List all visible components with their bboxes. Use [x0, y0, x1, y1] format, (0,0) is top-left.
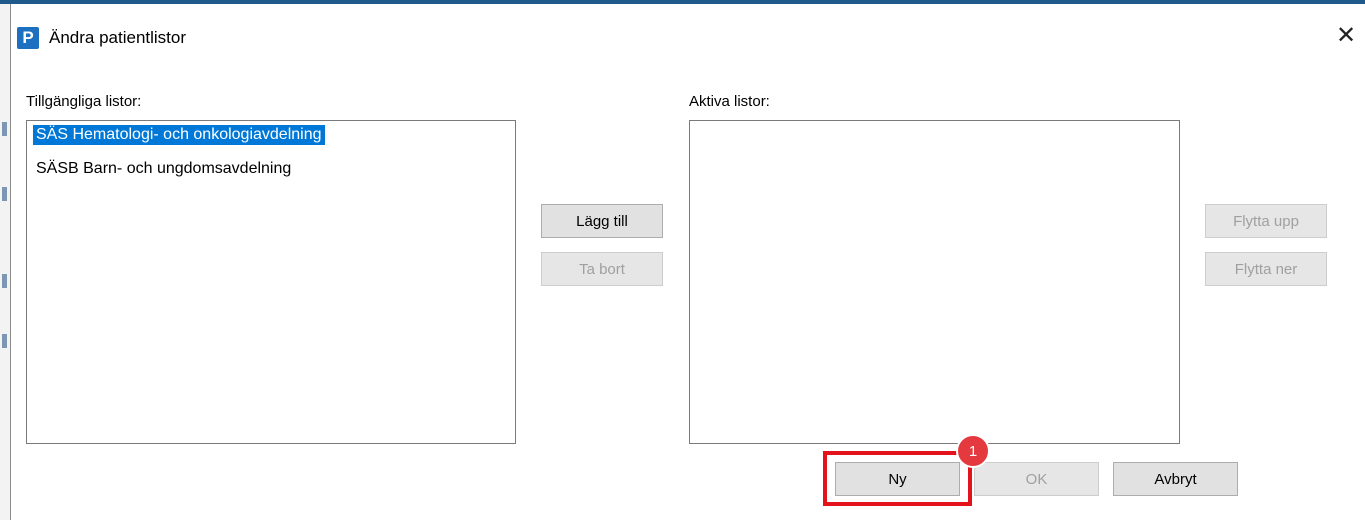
background-edge-mark [2, 187, 7, 201]
annotation-step-badge: 1 [956, 434, 990, 468]
remove-button[interactable]: Ta bort [541, 252, 663, 286]
available-list-item[interactable]: SÄS Hematologi- och onkologiavdelning [33, 125, 325, 145]
window-top-border [0, 0, 1365, 4]
annotation-highlight-box [823, 451, 972, 506]
add-button[interactable]: Lägg till [541, 204, 663, 238]
close-icon[interactable]: ✕ [1332, 22, 1360, 50]
active-lists-listbox[interactable] [689, 120, 1180, 444]
available-list-item[interactable]: SÄSB Barn- och ungdomsavdelning [33, 159, 294, 179]
background-edge-mark [2, 334, 7, 348]
background-edge-mark [2, 122, 7, 136]
app-icon: P [17, 27, 39, 49]
ok-button[interactable]: OK [974, 462, 1099, 496]
active-lists-label: Aktiva listor: [689, 93, 770, 110]
cancel-button[interactable]: Avbryt [1113, 462, 1238, 496]
move-down-button[interactable]: Flytta ner [1205, 252, 1327, 286]
background-window-edge [0, 4, 11, 520]
available-lists-listbox[interactable]: SÄS Hematologi- och onkologiavdelning SÄ… [26, 120, 516, 444]
dialog-title: Ändra patientlistor [49, 28, 187, 47]
background-edge-mark [2, 274, 7, 288]
available-lists-label: Tillgängliga listor: [26, 93, 142, 110]
move-up-button[interactable]: Flytta upp [1205, 204, 1327, 238]
